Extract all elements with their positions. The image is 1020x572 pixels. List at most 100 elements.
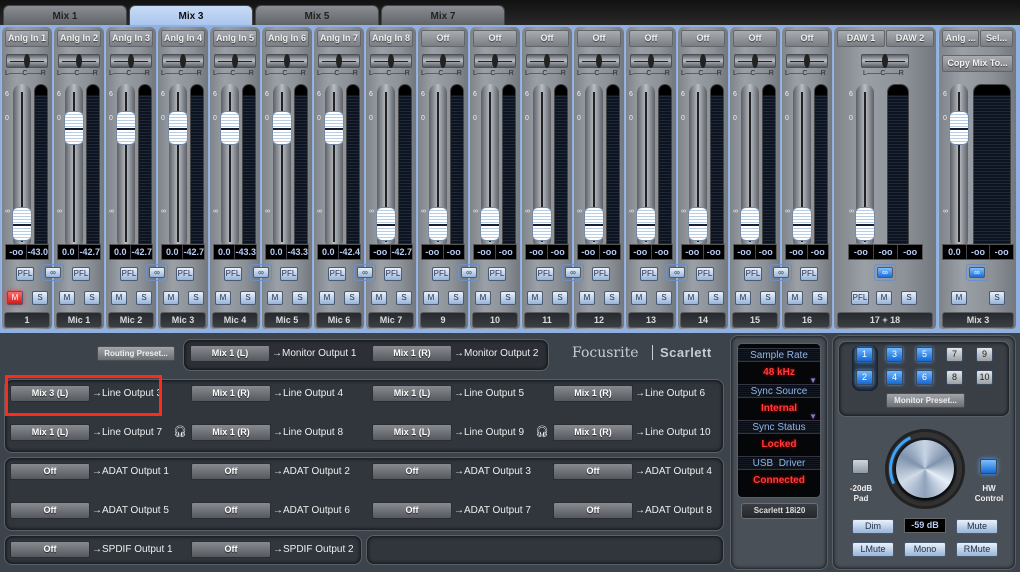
mute-button[interactable]: M: [951, 291, 967, 305]
mute-button[interactable]: M: [631, 291, 647, 305]
volume-fader[interactable]: [532, 207, 552, 241]
pan-knob[interactable]: [128, 54, 134, 68]
daw-source-left[interactable]: DAW 1: [837, 30, 885, 47]
tab-mix-5[interactable]: Mix 5: [255, 5, 379, 26]
dim-button[interactable]: Dim: [852, 519, 894, 534]
mute-button[interactable]: M: [7, 291, 23, 305]
pfl-button[interactable]: PFL: [328, 267, 346, 281]
stereo-link-button[interactable]: ∞: [253, 267, 269, 278]
input-source-select[interactable]: Off: [785, 30, 829, 47]
solo-button[interactable]: S: [32, 291, 48, 305]
mute-button[interactable]: M: [319, 291, 335, 305]
stereo-link-button[interactable]: ∞: [565, 267, 581, 278]
monitor-output-1-source-select[interactable]: Mix 1 (L): [190, 345, 270, 362]
solo-button[interactable]: S: [656, 291, 672, 305]
solo-button[interactable]: S: [500, 291, 516, 305]
pan-slider[interactable]: [110, 54, 152, 68]
line-output-10-source-select[interactable]: Mix 1 (R): [553, 424, 633, 441]
mute-button[interactable]: M: [267, 291, 283, 305]
copy-mix-button[interactable]: Copy Mix To...: [942, 55, 1013, 72]
solo-button[interactable]: S: [396, 291, 412, 305]
solo-button[interactable]: S: [552, 291, 568, 305]
monitor-output-9-toggle[interactable]: 9: [976, 347, 993, 362]
pan-knob[interactable]: [804, 54, 810, 68]
stereo-link-button[interactable]: ∞: [357, 267, 373, 278]
volume-fader[interactable]: [584, 207, 604, 241]
pfl-button[interactable]: PFL: [592, 267, 610, 281]
pan-knob[interactable]: [336, 54, 342, 68]
stereo-link-button[interactable]: ∞: [877, 267, 893, 278]
mute-button[interactable]: M: [735, 291, 751, 305]
pan-slider[interactable]: [734, 54, 776, 68]
input-source-select[interactable]: Anlg In 7: [317, 30, 361, 47]
monitor-output-5-toggle[interactable]: 5: [916, 347, 933, 362]
solo-button[interactable]: S: [989, 291, 1005, 305]
volume-fader[interactable]: [428, 207, 448, 241]
input-source-select[interactable]: Off: [629, 30, 673, 47]
pfl-button[interactable]: PFL: [224, 267, 242, 281]
monitor-output-2-toggle[interactable]: 2: [856, 370, 873, 385]
pan-slider[interactable]: [682, 54, 724, 68]
pan-knob[interactable]: [440, 54, 446, 68]
input-source-select[interactable]: Anlg In 6: [265, 30, 309, 47]
volume-fader[interactable]: [64, 111, 84, 145]
volume-fader[interactable]: [688, 207, 708, 241]
solo-button[interactable]: S: [188, 291, 204, 305]
solo-button[interactable]: S: [344, 291, 360, 305]
hw-control-toggle[interactable]: [980, 459, 997, 474]
pan-knob[interactable]: [648, 54, 654, 68]
pan-knob[interactable]: [700, 54, 706, 68]
pan-slider[interactable]: [861, 54, 909, 68]
pfl-button[interactable]: PFL: [851, 291, 869, 305]
adat-output-7-source-select[interactable]: Off: [372, 502, 452, 519]
stereo-link-button[interactable]: ∞: [461, 267, 477, 278]
volume-fader[interactable]: [324, 111, 344, 145]
pfl-button[interactable]: PFL: [72, 267, 90, 281]
solo-button[interactable]: S: [240, 291, 256, 305]
input-source-select[interactable]: Off: [421, 30, 465, 47]
pan-slider[interactable]: [786, 54, 828, 68]
pan-knob[interactable]: [752, 54, 758, 68]
pan-knob[interactable]: [388, 54, 394, 68]
mute-button[interactable]: M: [111, 291, 127, 305]
input-source-select[interactable]: Anlg In 5: [213, 30, 257, 47]
volume-fader[interactable]: [116, 111, 136, 145]
mute-button[interactable]: M: [423, 291, 439, 305]
stereo-link-button[interactable]: ∞: [773, 267, 789, 278]
pan-knob[interactable]: [882, 54, 888, 68]
pan-slider[interactable]: [422, 54, 464, 68]
volume-fader[interactable]: [12, 207, 32, 241]
solo-button[interactable]: S: [292, 291, 308, 305]
monitor-output-4-toggle[interactable]: 4: [886, 370, 903, 385]
mute-button[interactable]: M: [876, 291, 892, 305]
master-source-select[interactable]: Anlg ...: [942, 30, 979, 47]
mute-button[interactable]: M: [475, 291, 491, 305]
solo-button[interactable]: S: [760, 291, 776, 305]
sync-source-dropdown[interactable]: Internal ▼: [738, 398, 820, 421]
pfl-button[interactable]: PFL: [488, 267, 506, 281]
rmute-button[interactable]: RMute: [956, 542, 998, 557]
pan-slider[interactable]: [318, 54, 360, 68]
line-output-4-source-select[interactable]: Mix 1 (R): [191, 385, 271, 402]
input-source-select[interactable]: Anlg In 2: [57, 30, 101, 47]
pfl-button[interactable]: PFL: [16, 267, 34, 281]
mono-button[interactable]: Mono: [904, 542, 946, 557]
input-source-select[interactable]: Anlg In 1: [5, 30, 49, 47]
monitor-output-6-toggle[interactable]: 6: [916, 370, 933, 385]
line-output-8-source-select[interactable]: Mix 1 (R): [191, 424, 271, 441]
solo-button[interactable]: S: [604, 291, 620, 305]
pan-knob[interactable]: [544, 54, 550, 68]
solo-button[interactable]: S: [812, 291, 828, 305]
daw-source-right[interactable]: DAW 2: [886, 30, 934, 47]
stereo-link-button[interactable]: ∞: [669, 267, 685, 278]
input-source-select[interactable]: Off: [473, 30, 517, 47]
adat-output-5-source-select[interactable]: Off: [10, 502, 90, 519]
stereo-link-button[interactable]: ∞: [45, 267, 61, 278]
pfl-button[interactable]: PFL: [800, 267, 818, 281]
master-select-button[interactable]: Sel...: [980, 30, 1013, 47]
pan-slider[interactable]: [370, 54, 412, 68]
solo-button[interactable]: S: [901, 291, 917, 305]
pan-slider[interactable]: [526, 54, 568, 68]
volume-fader[interactable]: [949, 111, 969, 145]
mute-button[interactable]: M: [527, 291, 543, 305]
